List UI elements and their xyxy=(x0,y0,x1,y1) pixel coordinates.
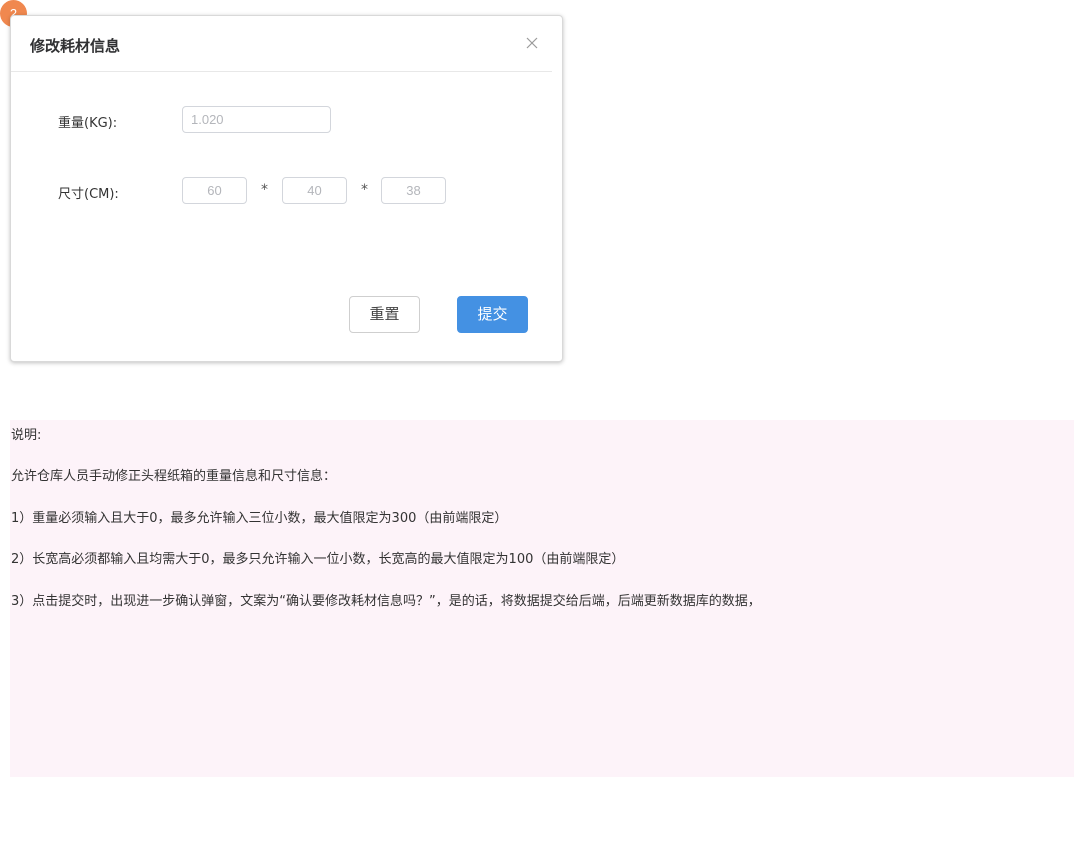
header-divider xyxy=(11,71,552,72)
weight-label: 重量(KG): xyxy=(58,116,118,131)
dialog-title: 修改耗材信息 xyxy=(30,37,121,55)
requirements-notes: 说明: 允许仓库人员手动修正头程纸箱的重量信息和尺寸信息： 1）重量必须输入且大… xyxy=(10,420,1074,777)
weight-input[interactable] xyxy=(182,106,331,133)
size-separator: * xyxy=(361,182,368,198)
notes-rule: 1）重量必须输入且大于0，最多允许输入三位小数，最大值限定为300（由前端限定） xyxy=(11,511,508,526)
height-input[interactable] xyxy=(381,177,446,204)
close-icon[interactable] xyxy=(524,35,540,51)
notes-rule: 2）长宽高必须都输入且均需大于0，最多只允许输入一位小数，长宽高的最大值限定为1… xyxy=(11,552,625,567)
size-separator: * xyxy=(261,182,268,198)
size-label: 尺寸(CM): xyxy=(58,187,119,202)
edit-consumable-dialog: 修改耗材信息 重量(KG): 尺寸(CM): * * 重置 提交 xyxy=(10,15,563,362)
reset-button[interactable]: 重置 xyxy=(349,296,420,333)
notes-intro: 允许仓库人员手动修正头程纸箱的重量信息和尺寸信息： xyxy=(11,469,337,484)
width-input[interactable] xyxy=(282,177,347,204)
notes-rule: 3）点击提交时，出现进一步确认弹窗，文案为“确认要修改耗材信息吗？”，是的话，将… xyxy=(11,594,761,609)
submit-button[interactable]: 提交 xyxy=(457,296,528,333)
close-icon-glyph xyxy=(526,37,538,49)
length-input[interactable] xyxy=(182,177,247,204)
notes-heading: 说明: xyxy=(11,428,42,443)
